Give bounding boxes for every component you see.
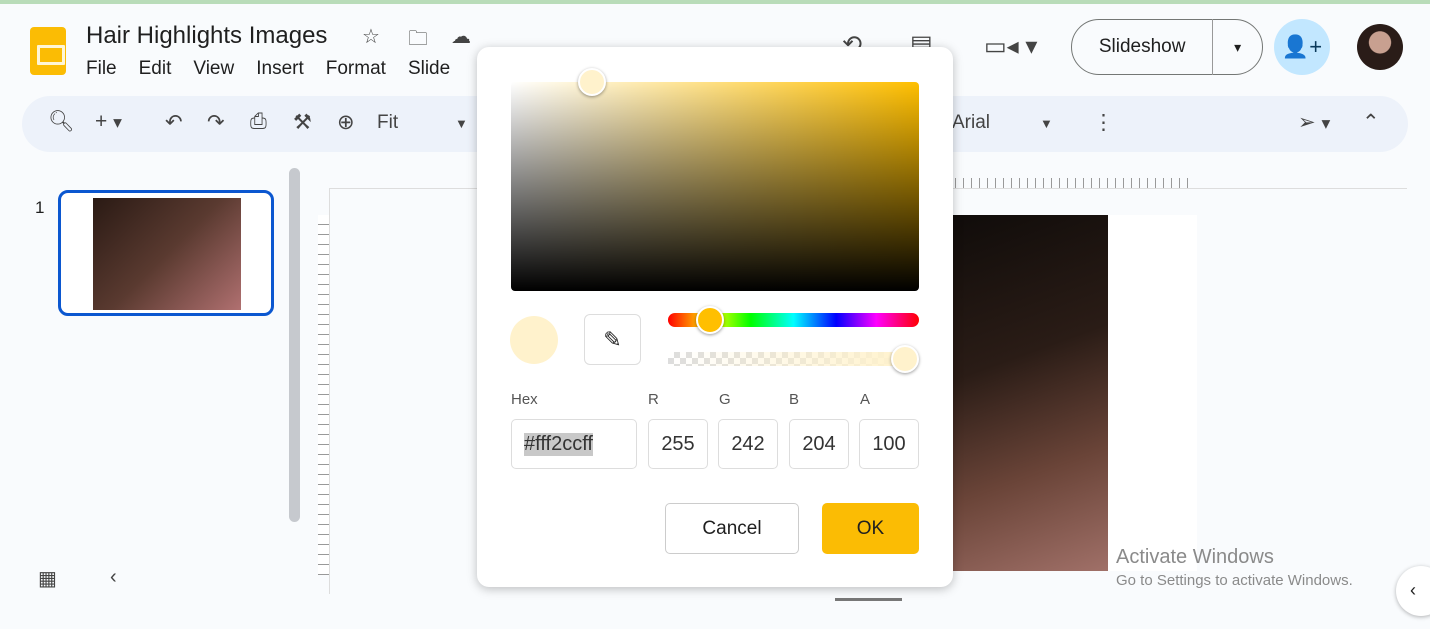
slide-number: 1 [35,198,45,217]
undo-icon[interactable]: ↶ [165,110,183,135]
a-label: A [860,391,871,408]
collapse-toolbar-icon[interactable]: ⌃ [1362,110,1380,135]
sv-handle[interactable] [578,68,606,96]
r-label: R [648,391,659,408]
new-slide-icon[interactable]: + ▾ [95,110,122,134]
select-tool-icon[interactable]: ➢ ▾ [1298,110,1330,135]
alpha-slider[interactable] [668,345,919,373]
b-input[interactable]: 204 [789,419,849,469]
menu-edit[interactable]: Edit [139,58,172,80]
ok-button[interactable]: OK [822,503,919,554]
watermark-line1: Activate Windows [1116,546,1274,568]
redo-icon[interactable]: ↷ [207,110,225,135]
g-label: G [719,391,731,408]
document-title[interactable]: Hair Highlights Images [86,22,327,50]
watermark-line2: Go to Settings to activate Windows. [1116,572,1353,589]
eyedropper-icon: ✎ [603,326,622,352]
color-preview [510,316,558,364]
slides-logo[interactable] [30,27,66,75]
search-icon[interactable]: 🔍︎ [48,110,75,134]
star-icon[interactable]: ☆ [362,24,380,49]
paint-format-icon[interactable]: ⚒ [293,110,312,135]
more-icon[interactable]: ⋮ [1093,110,1114,135]
saturation-value-area[interactable] [511,68,919,291]
alpha-handle[interactable] [891,345,919,373]
menu-insert[interactable]: Insert [256,58,304,80]
hex-value: #fff2ccff [524,432,593,456]
move-folder-icon[interactable]: 🗀 [408,24,428,58]
color-picker-dialog: ✎ Hex R G B A #fff2ccff 255 242 204 100 … [477,47,953,587]
activate-windows-watermark: Activate Windows Go to Settings to activ… [1116,546,1353,589]
zoom-select[interactable]: Fit [377,112,398,134]
zoom-icon[interactable]: ⊕ [337,110,355,135]
menu-view[interactable]: View [193,58,234,80]
print-icon[interactable]: ⎙ [250,110,267,134]
zoom-dropdown-icon[interactable]: ▼ [455,116,468,131]
top-border [0,0,1430,4]
hex-label: Hex [511,391,538,408]
menu-file[interactable]: File [86,58,117,80]
add-person-icon: 👤+ [1281,34,1323,59]
slide-thumbnail[interactable] [58,190,274,316]
cancel-button[interactable]: Cancel [665,503,799,554]
menu-format[interactable]: Format [326,58,386,80]
hue-handle[interactable] [696,306,724,334]
slide-area [1108,215,1197,571]
b-label: B [789,391,800,408]
meet-icon[interactable]: ▭◂ ▾ [984,32,1037,61]
slideshow-label: Slideshow [1098,36,1186,57]
slideshow-dropdown[interactable]: ▾ [1212,19,1262,75]
grid-view-icon[interactable]: ▦ [38,566,57,591]
collapse-filmstrip-icon[interactable]: ‹ [110,566,117,589]
filmstrip-scrollbar[interactable] [289,168,300,522]
hex-input[interactable]: #fff2ccff [511,419,637,469]
slide-image[interactable] [953,215,1108,571]
menu-bar: File Edit View Insert Format Slide [86,58,450,80]
notes-resize-handle[interactable] [835,598,902,601]
eyedropper-button[interactable]: ✎ [584,314,641,365]
vertical-ruler [318,215,329,575]
font-dropdown-icon[interactable]: ▼ [1040,116,1053,131]
horizontal-ruler [955,178,1195,188]
slideshow-button[interactable]: Slideshow ▾ [1071,19,1263,75]
g-input[interactable]: 242 [718,419,778,469]
cloud-saved-icon[interactable]: ☁ [451,24,471,49]
a-input[interactable]: 100 [859,419,919,469]
avatar[interactable] [1357,24,1403,70]
r-input[interactable]: 255 [648,419,708,469]
thumbnail-image [93,198,241,310]
menu-slide[interactable]: Slide [408,58,450,80]
font-select[interactable]: Arial [952,112,990,134]
hue-slider[interactable] [668,306,919,334]
share-button[interactable]: 👤+ [1274,19,1330,75]
